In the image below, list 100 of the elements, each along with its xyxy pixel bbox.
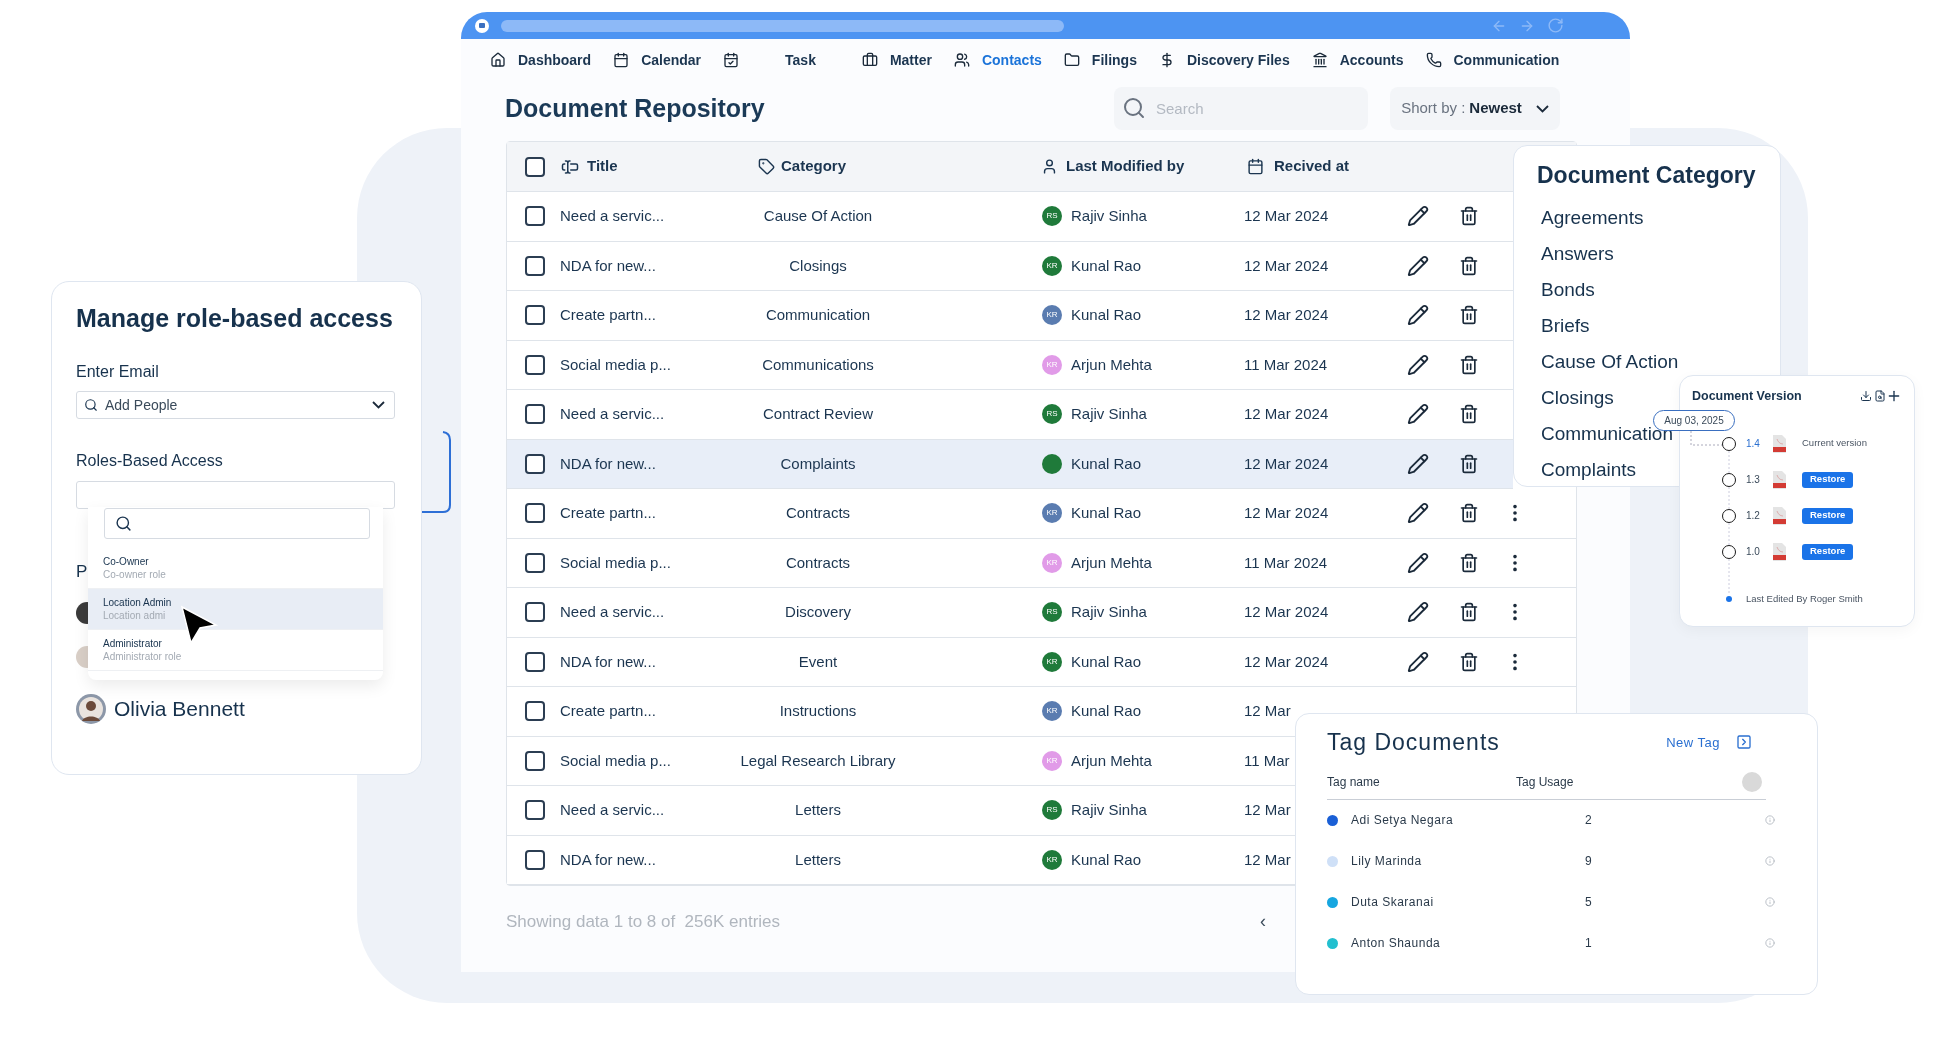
checkbox[interactable] [525, 602, 545, 623]
download-icon[interactable] [1860, 390, 1872, 403]
role-option[interactable]: Administrator Administrator role [88, 630, 383, 671]
tag-usage: 2 [1585, 812, 1594, 829]
trash-icon[interactable] [1459, 552, 1479, 573]
edit-icon[interactable] [1407, 304, 1429, 327]
calendar-icon [613, 52, 630, 68]
new-tag-link[interactable]: New Tag [1666, 732, 1720, 752]
card-title: Manage role-based access [76, 303, 394, 334]
nav-tab[interactable]: Filings [1091, 49, 1137, 71]
column-header[interactable]: Recived at [1274, 155, 1350, 178]
checkbox[interactable] [525, 206, 545, 227]
trash-icon[interactable] [1459, 602, 1479, 623]
table-cell: 11 Mar 2024 [1244, 553, 1328, 571]
role-search-field[interactable] [104, 508, 370, 539]
checkbox[interactable] [525, 750, 545, 771]
table-row[interactable]: NDA for new... Complaints Kunal Rao 12 Mar 2024 [507, 439, 1513, 489]
nav-tab[interactable]: Accounts [1339, 49, 1404, 71]
current-version-label: Current version [1802, 436, 1867, 451]
role-option[interactable]: Location Admin Location admi [88, 589, 383, 630]
avatar: KR [1042, 701, 1062, 722]
checkbox[interactable] [525, 354, 545, 375]
table-cell-text: Discovery [785, 602, 851, 622]
checkbox[interactable] [525, 255, 545, 276]
edit-icon[interactable] [1407, 502, 1429, 525]
table-cell: Need a servic... [560, 801, 665, 818]
role-name: Co-Owner [103, 555, 150, 568]
calendar-icon [1247, 158, 1264, 175]
category-item[interactable]: Cause Of Action [1537, 344, 1679, 381]
checkbox[interactable] [525, 800, 545, 821]
checkbox[interactable] [525, 503, 545, 524]
sort-dropdown[interactable]: Short by : Newest [1390, 87, 1560, 130]
checkbox[interactable] [525, 701, 545, 722]
table-cell: Create partn... [560, 504, 656, 521]
edit-icon[interactable] [1407, 353, 1429, 376]
table-cell-text: Kunal Rao [1071, 305, 1142, 325]
nav-tab[interactable]: Dashboard [518, 49, 592, 71]
column-header[interactable]: Title [587, 155, 618, 178]
role-option[interactable]: Co-Owner Co-owner role [88, 548, 383, 589]
avatar: KR [1042, 849, 1062, 870]
table-cell-text: Instructions [779, 701, 857, 721]
checkbox[interactable] [525, 651, 545, 672]
nav-tab[interactable]: Communication [1453, 49, 1560, 71]
nav-tab[interactable]: Task [785, 49, 816, 71]
checkbox[interactable] [525, 305, 545, 326]
category-item[interactable]: Bonds [1537, 272, 1595, 309]
table-cell-text: Rajiv Sinha [1071, 602, 1147, 622]
checkbox[interactable] [525, 849, 545, 870]
table-cell: 12 Mar [1244, 850, 1291, 868]
trash-icon[interactable] [1459, 404, 1479, 425]
checkbox[interactable] [525, 404, 545, 425]
checkbox[interactable] [525, 453, 545, 474]
nav-tab[interactable]: Calendar [641, 49, 702, 71]
chevron-down-icon [372, 400, 385, 409]
table-cell-text: Rajiv Sinha [1071, 206, 1147, 226]
checkbox[interactable] [525, 552, 545, 573]
nav-tab[interactable]: Contacts [981, 49, 1042, 71]
edit-icon[interactable] [1407, 650, 1429, 673]
category-item[interactable]: Briefs [1537, 308, 1590, 345]
edit-icon[interactable] [1407, 452, 1429, 475]
category-item[interactable]: Answers [1537, 236, 1614, 273]
version-number: 1.4 [1746, 437, 1761, 451]
edit-icon[interactable] [1407, 205, 1429, 228]
people-dropdown[interactable]: Add People [76, 390, 395, 419]
edit-icon[interactable] [1407, 403, 1429, 426]
checkbox[interactable] [525, 156, 545, 177]
search-field[interactable]: Search [1114, 87, 1368, 130]
trash-icon[interactable] [1459, 206, 1479, 227]
trash-icon[interactable] [1459, 453, 1479, 474]
table-cell: 11 Mar 2024 [1244, 355, 1328, 373]
nav-tab[interactable]: Matter [889, 49, 932, 71]
chevron-right-icon[interactable] [1736, 734, 1752, 751]
category-item[interactable]: Complaints [1537, 452, 1637, 489]
trash-icon[interactable] [1459, 651, 1479, 672]
calendar-check-icon [723, 52, 740, 68]
trash-icon[interactable] [1459, 305, 1479, 326]
file-search-icon[interactable] [1874, 390, 1886, 403]
table-cell-text: Kunal Rao [1071, 849, 1142, 870]
trash-icon[interactable] [1459, 255, 1479, 276]
column-header[interactable]: Category [781, 155, 847, 178]
table-cell-text: Contract Review [762, 404, 873, 424]
table-cell-text: Letters [795, 849, 841, 870]
category-item[interactable]: Agreements [1537, 200, 1644, 237]
column-header[interactable]: Last Modified by [1066, 155, 1185, 178]
edit-icon[interactable] [1407, 601, 1429, 624]
trash-icon[interactable] [1459, 354, 1479, 375]
edit-icon[interactable] [1407, 551, 1429, 574]
table-cell: 12 Mar 2024 [1244, 504, 1329, 521]
previous-page-button[interactable]: ‹ [1260, 908, 1266, 935]
avatar: KR [1042, 651, 1062, 672]
nav-tab[interactable]: Discovery Files [1186, 49, 1290, 71]
table-cell-text: Closings [789, 255, 847, 276]
trash-icon[interactable] [1459, 503, 1479, 524]
table-cell-text: Communications [762, 354, 874, 375]
person-name: Olivia Bennett [114, 696, 245, 722]
category-item[interactable]: Closings [1537, 380, 1614, 417]
edit-icon[interactable] [1407, 254, 1429, 277]
tag-usage: 1 [1585, 935, 1594, 952]
section-label: P [76, 560, 88, 583]
tag-name: Lily Marinda [1351, 853, 1423, 870]
